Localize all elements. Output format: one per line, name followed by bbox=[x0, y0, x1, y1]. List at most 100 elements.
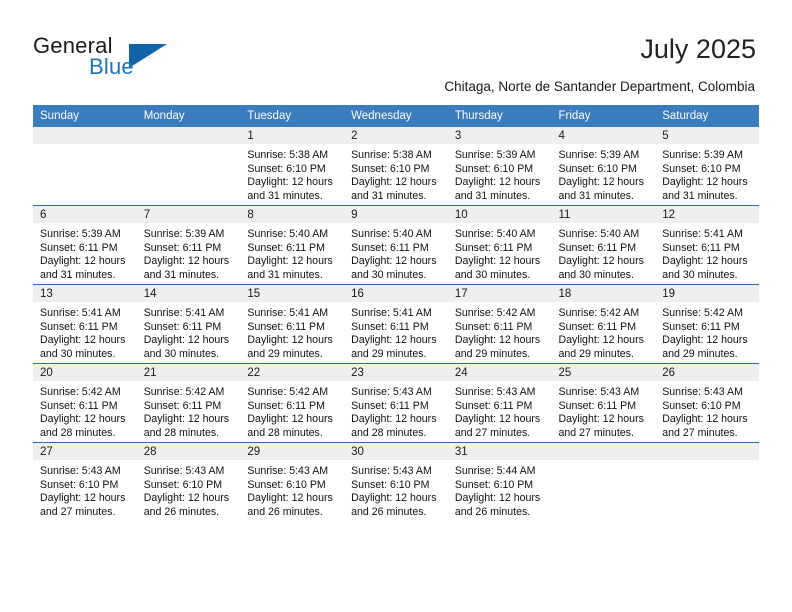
sunrise-time: Sunrise: 5:42 AM bbox=[558, 307, 640, 319]
sunset-time: Sunset: 6:11 PM bbox=[143, 399, 222, 412]
daylight-duration-line2: and 31 minutes. bbox=[40, 268, 116, 281]
general-blue-logo[interactable]: General Blue bbox=[33, 33, 213, 83]
sunset-time: Sunset: 6:11 PM bbox=[351, 320, 429, 333]
calendar-day-cell-empty bbox=[33, 127, 137, 206]
day-number bbox=[655, 443, 759, 460]
day-number: 19 bbox=[655, 285, 759, 302]
calendar-day-cell[interactable]: 30 Sunrise: 5:43 AM Sunset: 6:10 PM Dayligh… bbox=[344, 442, 448, 521]
calendar-day-cell[interactable]: 25 Sunrise: 5:43 AM Sunset: 6:11 PM Dayligh… bbox=[551, 363, 656, 443]
calendar-day-cell[interactable]: 28 Sunrise: 5:43 AM Sunset: 6:10 PM Dayligh… bbox=[136, 442, 241, 521]
sunset-time: Sunset: 6:10 PM bbox=[454, 162, 534, 175]
calendar-day-cell[interactable]: 6 Sunrise: 5:39 AM Sunset: 6:11 PM Daylight… bbox=[33, 205, 137, 285]
sunrise-time: Sunrise: 5:43 AM bbox=[351, 465, 432, 477]
calendar-day-cell[interactable]: 26 Sunrise: 5:43 AM Sunset: 6:10 PM Dayligh… bbox=[655, 363, 759, 443]
day-details: Sunrise: 5:41 AM Sunset: 6:11 PM Daylight:… bbox=[240, 302, 344, 361]
sunset-time: Sunset: 6:10 PM bbox=[40, 478, 119, 491]
day-number: 10 bbox=[447, 206, 552, 223]
calendar-day-cell[interactable]: 13 Sunrise: 5:41 AM Sunset: 6:11 PM Dayligh… bbox=[33, 284, 137, 364]
calendar-week-row: 6 Sunrise: 5:39 AM Sunset: 6:11 PM Daylight… bbox=[33, 205, 759, 285]
daylight-duration-line1: Daylight: 12 hours bbox=[662, 334, 748, 347]
sunset-time: Sunset: 6:11 PM bbox=[662, 241, 740, 254]
day-number: 20 bbox=[33, 364, 137, 381]
day-number: 28 bbox=[136, 443, 241, 460]
daylight-duration-line2: and 30 minutes. bbox=[454, 268, 531, 281]
daylight-duration-line1: Daylight: 12 hours bbox=[143, 334, 230, 347]
sunrise-time: Sunrise: 5:39 AM bbox=[662, 149, 743, 161]
calendar-day-cell-empty bbox=[655, 442, 759, 521]
calendar-day-cell[interactable]: 11 Sunrise: 5:40 AM Sunset: 6:11 PM Dayligh… bbox=[551, 205, 656, 285]
sunrise-time: Sunrise: 5:41 AM bbox=[247, 307, 329, 319]
day-number: 30 bbox=[344, 443, 448, 460]
daylight-duration-line1: Daylight: 12 hours bbox=[143, 492, 230, 505]
daylight-duration-line1: Daylight: 12 hours bbox=[40, 492, 126, 505]
daylight-duration-line1: Daylight: 12 hours bbox=[143, 413, 230, 426]
calendar-day-cell[interactable]: 1 Sunrise: 5:38 AM Sunset: 6:10 PM Daylight… bbox=[240, 127, 345, 206]
day-details: Sunrise: 5:42 AM Sunset: 6:11 PM Daylight:… bbox=[137, 381, 241, 440]
sunset-time: Sunset: 6:11 PM bbox=[247, 399, 325, 412]
day-number: 29 bbox=[240, 443, 345, 460]
daylight-duration-line2: and 27 minutes. bbox=[40, 505, 116, 518]
calendar-day-cell[interactable]: 12 Sunrise: 5:41 AM Sunset: 6:11 PM Dayligh… bbox=[655, 205, 759, 285]
sunset-time: Sunset: 6:11 PM bbox=[40, 241, 118, 254]
day-number: 27 bbox=[33, 443, 137, 460]
calendar-day-cell[interactable]: 31 Sunrise: 5:44 AM Sunset: 6:10 PM Dayligh… bbox=[447, 442, 552, 521]
calendar-day-cell[interactable]: 16 Sunrise: 5:41 AM Sunset: 6:11 PM Dayligh… bbox=[344, 284, 448, 364]
calendar-day-cell[interactable]: 18 Sunrise: 5:42 AM Sunset: 6:11 PM Dayligh… bbox=[551, 284, 656, 364]
day-details: Sunrise: 5:41 AM Sunset: 6:11 PM Daylight:… bbox=[655, 223, 759, 282]
calendar-day-cell[interactable]: 17 Sunrise: 5:42 AM Sunset: 6:11 PM Dayligh… bbox=[447, 284, 552, 364]
calendar-day-cell[interactable]: 29 Sunrise: 5:43 AM Sunset: 6:10 PM Dayligh… bbox=[240, 442, 345, 521]
calendar-day-cell[interactable]: 24 Sunrise: 5:43 AM Sunset: 6:11 PM Dayligh… bbox=[447, 363, 552, 443]
sunrise-time: Sunrise: 5:42 AM bbox=[40, 386, 121, 398]
daylight-duration-line1: Daylight: 12 hours bbox=[351, 413, 437, 426]
day-number: 3 bbox=[447, 127, 552, 144]
sunset-time: Sunset: 6:11 PM bbox=[454, 241, 533, 254]
day-details: Sunrise: 5:43 AM Sunset: 6:11 PM Daylight:… bbox=[448, 381, 552, 440]
daylight-duration-line2: and 29 minutes. bbox=[247, 347, 323, 360]
daylight-duration-line1: Daylight: 12 hours bbox=[247, 176, 333, 189]
calendar-day-cell[interactable]: 7 Sunrise: 5:39 AM Sunset: 6:11 PM Daylight… bbox=[136, 205, 241, 285]
calendar-day-cell[interactable]: 4 Sunrise: 5:39 AM Sunset: 6:10 PM Daylight… bbox=[551, 127, 656, 206]
calendar-day-cell[interactable]: 8 Sunrise: 5:40 AM Sunset: 6:11 PM Daylight… bbox=[240, 205, 345, 285]
sunrise-time: Sunrise: 5:39 AM bbox=[40, 228, 121, 240]
daylight-duration-line1: Daylight: 12 hours bbox=[662, 413, 748, 426]
daylight-duration-line1: Daylight: 12 hours bbox=[662, 255, 748, 268]
calendar-header-row: Sunday Monday Tuesday Wednesday Thursday… bbox=[33, 105, 759, 127]
day-details: Sunrise: 5:43 AM Sunset: 6:11 PM Daylight:… bbox=[344, 381, 448, 440]
calendar-day-cell[interactable]: 20 Sunrise: 5:42 AM Sunset: 6:11 PM Dayligh… bbox=[33, 363, 137, 443]
calendar-day-cell[interactable]: 27 Sunrise: 5:43 AM Sunset: 6:10 PM Dayligh… bbox=[33, 442, 137, 521]
calendar-day-cell[interactable]: 9 Sunrise: 5:40 AM Sunset: 6:11 PM Daylight… bbox=[344, 205, 448, 285]
day-number: 16 bbox=[344, 285, 448, 302]
calendar-day-cell[interactable]: 5 Sunrise: 5:39 AM Sunset: 6:10 PM Daylight… bbox=[655, 127, 759, 206]
calendar-day-cell[interactable]: 14 Sunrise: 5:41 AM Sunset: 6:11 PM Dayligh… bbox=[136, 284, 241, 364]
calendar-week-row: 20 Sunrise: 5:42 AM Sunset: 6:11 PM Dayligh… bbox=[33, 363, 759, 443]
calendar-day-cell[interactable]: 3 Sunrise: 5:39 AM Sunset: 6:10 PM Daylight… bbox=[447, 127, 552, 206]
day-details: Sunrise: 5:42 AM Sunset: 6:11 PM Daylight:… bbox=[448, 302, 552, 361]
daylight-duration-line2: and 30 minutes. bbox=[143, 347, 220, 360]
day-number: 15 bbox=[240, 285, 345, 302]
calendar-day-cell[interactable]: 23 Sunrise: 5:43 AM Sunset: 6:11 PM Dayligh… bbox=[344, 363, 448, 443]
calendar-day-cell[interactable]: 19 Sunrise: 5:42 AM Sunset: 6:11 PM Dayligh… bbox=[655, 284, 759, 364]
day-number: 18 bbox=[551, 285, 656, 302]
daylight-duration-line2: and 29 minutes. bbox=[558, 347, 634, 360]
daylight-duration-line2: and 30 minutes. bbox=[558, 268, 634, 281]
daylight-duration-line2: and 31 minutes. bbox=[143, 268, 220, 281]
calendar-day-cell[interactable]: 21 Sunrise: 5:42 AM Sunset: 6:11 PM Dayligh… bbox=[136, 363, 241, 443]
day-details: Sunrise: 5:42 AM Sunset: 6:11 PM Daylight:… bbox=[240, 381, 344, 440]
page-header: General Blue July 2025 Chitaga, Norte de… bbox=[0, 0, 792, 100]
daylight-duration-line2: and 27 minutes. bbox=[454, 426, 531, 439]
daylight-duration-line2: and 28 minutes. bbox=[143, 426, 220, 439]
sunset-time: Sunset: 6:10 PM bbox=[247, 478, 326, 491]
calendar-week-row: 1 Sunrise: 5:38 AM Sunset: 6:10 PM Daylight… bbox=[33, 127, 759, 206]
daylight-duration-line1: Daylight: 12 hours bbox=[40, 413, 126, 426]
weekday-header-saturday: Saturday bbox=[655, 105, 759, 127]
calendar-day-cell[interactable]: 15 Sunrise: 5:41 AM Sunset: 6:11 PM Dayligh… bbox=[240, 284, 345, 364]
sunrise-time: Sunrise: 5:43 AM bbox=[247, 465, 329, 477]
day-details: Sunrise: 5:41 AM Sunset: 6:11 PM Daylight:… bbox=[137, 302, 241, 361]
day-details: Sunrise: 5:43 AM Sunset: 6:11 PM Daylight:… bbox=[552, 381, 656, 440]
calendar-day-cell[interactable]: 2 Sunrise: 5:38 AM Sunset: 6:10 PM Daylight… bbox=[344, 127, 448, 206]
calendar-day-cell[interactable]: 22 Sunrise: 5:42 AM Sunset: 6:11 PM Dayligh… bbox=[240, 363, 345, 443]
day-details: Sunrise: 5:39 AM Sunset: 6:10 PM Daylight:… bbox=[448, 144, 552, 203]
daylight-duration-line2: and 29 minutes. bbox=[351, 347, 427, 360]
calendar-day-cell[interactable]: 10 Sunrise: 5:40 AM Sunset: 6:11 PM Dayligh… bbox=[447, 205, 552, 285]
day-details: Sunrise: 5:39 AM Sunset: 6:11 PM Daylight:… bbox=[33, 223, 137, 282]
